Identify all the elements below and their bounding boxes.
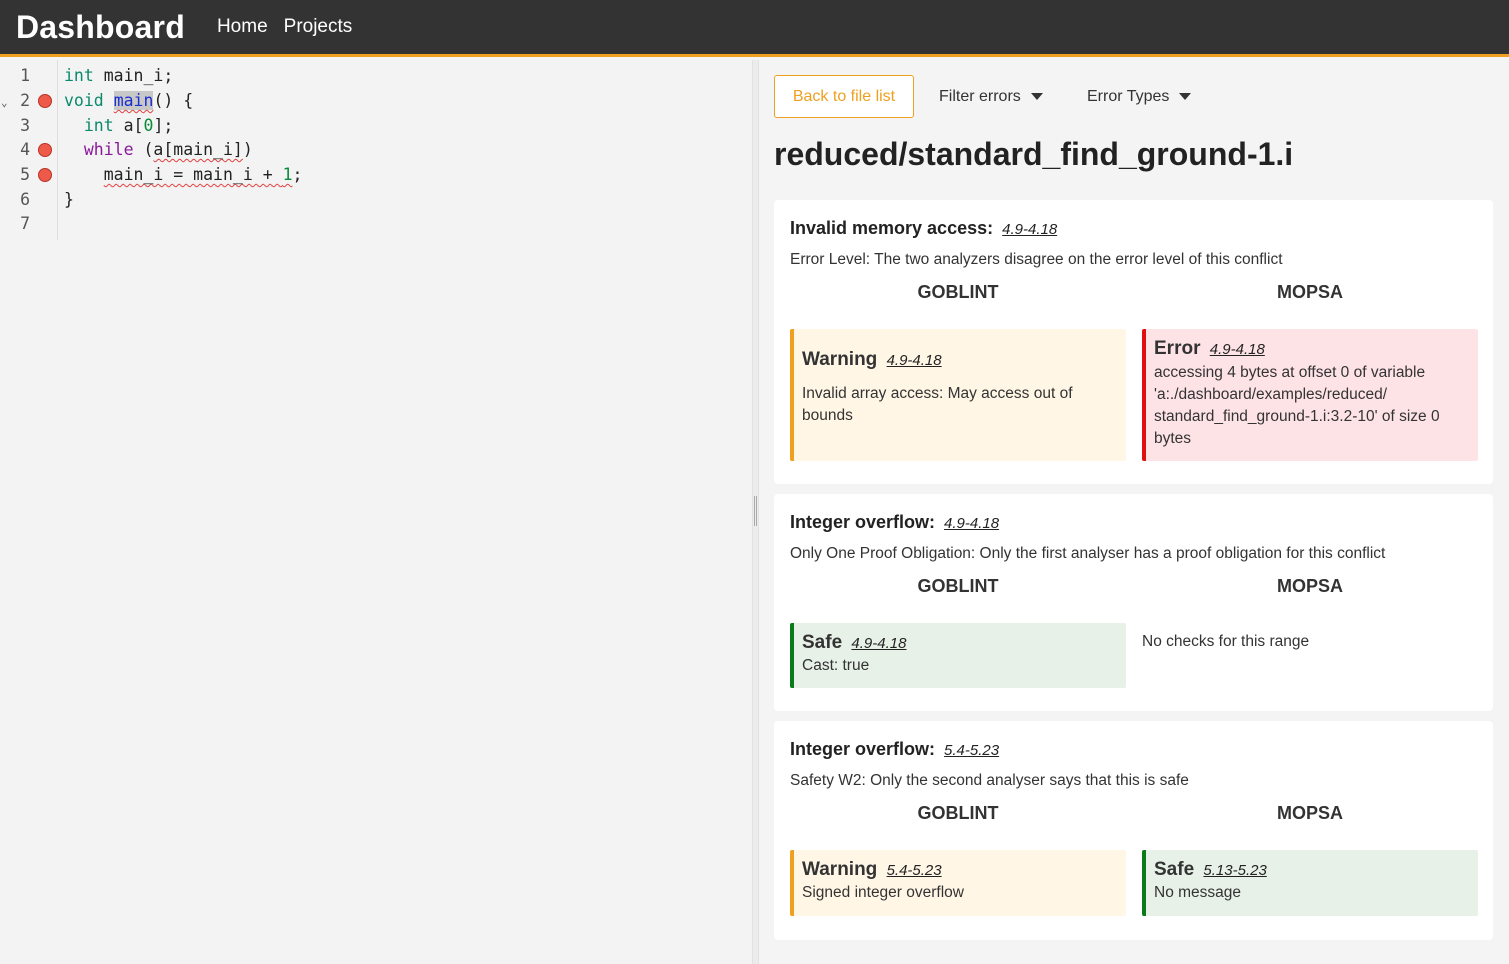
conflict-range-link[interactable]: 5.4-5.23 — [944, 742, 999, 759]
goblint-column-header: GOBLINT — [917, 282, 999, 302]
mopsa-column-header: MOPSA — [1276, 282, 1343, 302]
result-message: Signed integer overflow — [802, 884, 964, 901]
result-range-link[interactable]: 4.9-4.18 — [1210, 341, 1265, 358]
mopsa-result: Safe 5.13-5.23 No message — [1142, 850, 1478, 916]
conflict-range-link[interactable]: 4.9-4.18 — [944, 515, 999, 532]
result-message: Cast: true — [802, 657, 870, 674]
conflict-type: Invalid memory access: — [790, 218, 994, 238]
result-kind: Warning — [802, 859, 878, 880]
result-kind: Warning — [802, 349, 878, 370]
code-text: void main() { — [64, 91, 194, 110]
code-line[interactable]: 7 — [0, 212, 752, 236]
result-heading: Error 4.9-4.18 — [1154, 338, 1466, 360]
line-number: 6 — [20, 190, 30, 209]
conflict-card: Integer overflow: 5.4-5.23 Safety W2: On… — [774, 721, 1493, 940]
result-kind: Safe — [802, 632, 843, 653]
nav-home[interactable]: Home — [217, 16, 268, 38]
goblint-result: Safe 4.9-4.18 Cast: true — [790, 623, 1126, 688]
result-range-link[interactable]: 4.9-4.18 — [887, 352, 942, 369]
line-number: 2 — [20, 91, 30, 110]
code-text: int main_i; — [64, 66, 174, 85]
result-message: Invalid array access: May access out of … — [802, 385, 1073, 424]
result-message: No message — [1154, 884, 1242, 901]
result-kind: Safe — [1154, 859, 1195, 880]
mopsa-result: Error 4.9-4.18 accessing 4 bytes at offs… — [1142, 329, 1478, 461]
result-heading: Safe 4.9-4.18 — [802, 632, 1114, 654]
code-line[interactable]: 5 main_i = main_i + 1; — [0, 163, 752, 187]
conflict-card: Invalid memory access: 4.9-4.18 Error Le… — [774, 200, 1493, 484]
error-marker-icon[interactable] — [38, 143, 52, 157]
nav-projects[interactable]: Projects — [284, 16, 353, 38]
line-number: 3 — [20, 116, 30, 135]
caret-down-icon — [1179, 93, 1192, 100]
splitter-grip-icon[interactable] — [754, 496, 757, 526]
line-number: 7 — [20, 214, 30, 233]
result-heading: Warning 4.9-4.18 — [802, 349, 1114, 371]
conflicts-pane: Back to file list Filter errors Error Ty… — [759, 60, 1509, 964]
pane-splitter[interactable] — [752, 60, 759, 964]
code-text: } — [64, 190, 74, 209]
result-message: accessing 4 bytes at offset 0 of variabl… — [1154, 364, 1440, 447]
line-number: 4 — [20, 140, 30, 159]
result-range-link[interactable]: 4.9-4.18 — [851, 635, 906, 652]
code-line[interactable]: 6 } — [0, 188, 752, 212]
error-types-dropdown[interactable]: Error Types — [1087, 75, 1192, 118]
error-marker-icon[interactable] — [38, 94, 52, 108]
goblint-column-header: GOBLINT — [917, 576, 999, 596]
code-line[interactable]: 1 int main_i; — [0, 64, 752, 88]
conflict-type: Integer overflow: — [790, 512, 936, 532]
file-title: reduced/standard_find_ground-1.i — [774, 136, 1294, 172]
conflict-title: Invalid memory access: 4.9-4.18 — [790, 218, 1057, 239]
result-kind: Error — [1154, 338, 1201, 359]
result-range-link[interactable]: 5.13-5.23 — [1203, 862, 1266, 879]
code-text: int a[0]; — [83, 116, 174, 135]
back-to-file-list-button[interactable]: Back to file list — [774, 75, 914, 118]
line-number: 5 — [20, 165, 30, 184]
conflict-card: Integer overflow: 4.9-4.18 Only One Proo… — [774, 494, 1493, 711]
goblint-result: Warning 4.9-4.18 Invalid array access: M… — [790, 329, 1126, 461]
conflict-title: Integer overflow: 5.4-5.23 — [790, 739, 999, 760]
code-text: main_i = main_i + 1; — [103, 165, 303, 184]
result-heading: Safe 5.13-5.23 — [1154, 859, 1466, 881]
conflict-description: Error Level: The two analyzers disagree … — [790, 251, 1283, 268]
conflict-type: Integer overflow: — [790, 739, 936, 759]
mopsa-column-header: MOPSA — [1276, 803, 1343, 823]
code-line[interactable]: ⌄ 2 void main() { — [0, 89, 752, 113]
code-editor[interactable]: 1 int main_i; ⌄ 2 void main() { 3 int a[… — [0, 60, 752, 964]
error-marker-icon[interactable] — [38, 168, 52, 182]
mopsa-column-header: MOPSA — [1276, 576, 1343, 596]
code-text: while (a[main_i]) — [83, 140, 253, 159]
caret-down-icon — [1030, 93, 1043, 100]
code-line[interactable]: 4 while (a[main_i]) — [0, 138, 752, 162]
goblint-column-header: GOBLINT — [917, 803, 999, 823]
result-heading: Warning 5.4-5.23 — [802, 859, 1114, 881]
conflict-title: Integer overflow: 4.9-4.18 — [790, 512, 999, 533]
no-checks-message: No checks for this range — [1142, 633, 1310, 650]
conflict-description: Safety W2: Only the second analyser says… — [790, 772, 1189, 789]
error-types-label: Error Types — [1087, 87, 1170, 105]
conflict-description: Only One Proof Obligation: Only the firs… — [790, 545, 1386, 562]
line-number: 1 — [20, 66, 30, 85]
navbar: Dashboard Home Projects — [0, 0, 1509, 57]
goblint-result: Warning 5.4-5.23 Signed integer overflow — [790, 850, 1126, 916]
code-line[interactable]: 3 int a[0]; — [0, 114, 752, 138]
filter-errors-dropdown[interactable]: Filter errors — [939, 75, 1043, 118]
result-range-link[interactable]: 5.4-5.23 — [887, 862, 942, 879]
filter-errors-label: Filter errors — [939, 87, 1021, 105]
brand-title[interactable]: Dashboard — [16, 9, 185, 46]
conflict-range-link[interactable]: 4.9-4.18 — [1002, 221, 1057, 238]
